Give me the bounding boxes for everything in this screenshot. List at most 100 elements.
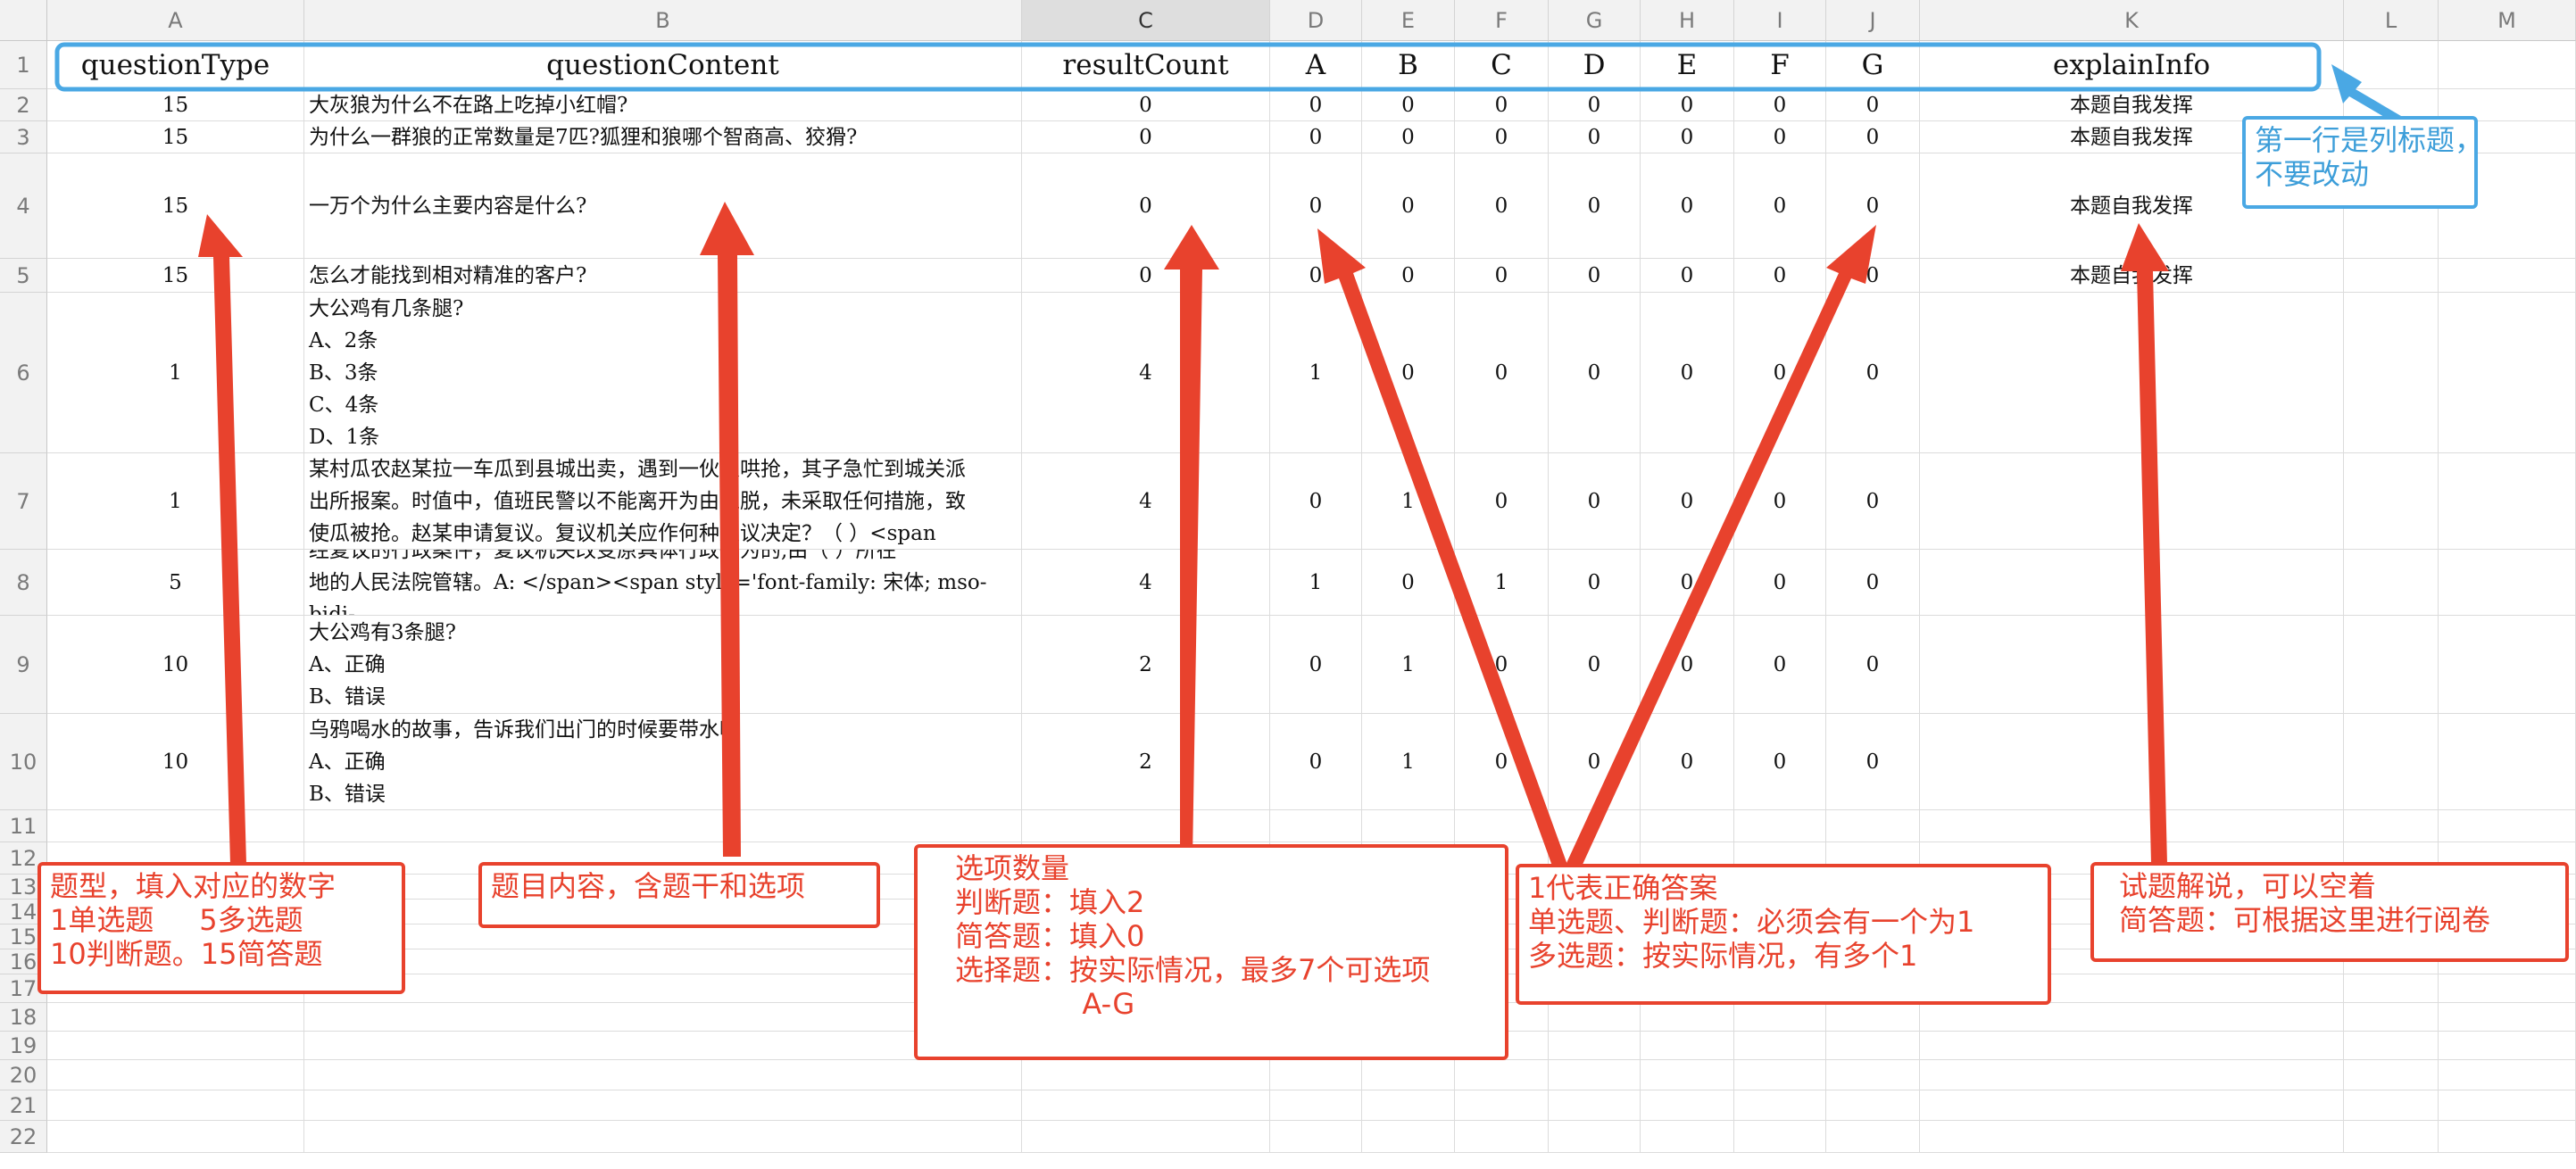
table-cell[interactable]: 0 bbox=[1549, 453, 1641, 550]
table-cell[interactable]: 0 bbox=[1734, 550, 1826, 616]
table-cell[interactable]: 2 bbox=[1022, 616, 1270, 714]
empty-cell[interactable] bbox=[1826, 1003, 1920, 1032]
empty-cell[interactable] bbox=[1455, 1121, 1549, 1153]
select-all-corner[interactable] bbox=[0, 0, 47, 41]
empty-cell[interactable] bbox=[1734, 1090, 1826, 1121]
empty-cell[interactable] bbox=[2344, 259, 2439, 293]
empty-cell[interactable] bbox=[2344, 714, 2439, 810]
header-cell-explaininfo[interactable]: explainInfo bbox=[1920, 41, 2344, 89]
column-header-d[interactable]: D bbox=[1270, 0, 1362, 41]
empty-cell[interactable] bbox=[1362, 1060, 1455, 1090]
row-header-9[interactable]: 9 bbox=[0, 616, 47, 714]
header-cell-f[interactable]: F bbox=[1734, 41, 1826, 89]
header-cell-resultcount[interactable]: resultCount bbox=[1022, 41, 1270, 89]
row-header-22[interactable]: 22 bbox=[0, 1121, 47, 1153]
table-cell[interactable]: 0 bbox=[1826, 550, 1920, 616]
table-cell[interactable]: 0 bbox=[1549, 550, 1641, 616]
empty-cell[interactable] bbox=[1549, 1090, 1641, 1121]
table-cell[interactable]: 0 bbox=[1022, 89, 1270, 121]
empty-cell[interactable] bbox=[2439, 616, 2576, 714]
header-cell-a[interactable]: A bbox=[1270, 41, 1362, 89]
empty-cell[interactable] bbox=[1455, 1060, 1549, 1090]
table-cell[interactable]: 0 bbox=[1549, 121, 1641, 153]
empty-cell[interactable] bbox=[2344, 1003, 2439, 1032]
table-cell[interactable]: 0 bbox=[1455, 453, 1549, 550]
table-cell[interactable]: 0 bbox=[1455, 121, 1549, 153]
table-cell[interactable]: 1 bbox=[1362, 453, 1455, 550]
empty-cell[interactable] bbox=[2439, 41, 2576, 89]
empty-cell[interactable] bbox=[304, 1121, 1022, 1153]
table-cell[interactable]: 某村瓜农赵某拉一车瓜到县城出卖，遇到一伙人哄抢，其子急忙到城关派 出所报案。时值… bbox=[304, 453, 1022, 550]
empty-cell[interactable] bbox=[1920, 1003, 2344, 1032]
empty-cell[interactable] bbox=[47, 1003, 304, 1032]
table-cell[interactable]: 0 bbox=[1826, 616, 1920, 714]
table-cell[interactable]: 1 bbox=[1455, 550, 1549, 616]
column-header-f[interactable]: F bbox=[1455, 0, 1549, 41]
empty-cell[interactable] bbox=[2344, 1032, 2439, 1060]
empty-cell[interactable] bbox=[1455, 1090, 1549, 1121]
table-cell[interactable] bbox=[1920, 453, 2344, 550]
row-header-1[interactable]: 1 bbox=[0, 41, 47, 89]
table-cell[interactable]: 0 bbox=[1270, 259, 1362, 293]
empty-cell[interactable] bbox=[2439, 1003, 2576, 1032]
table-cell[interactable]: 0 bbox=[1641, 153, 1734, 259]
row-header-7[interactable]: 7 bbox=[0, 453, 47, 550]
empty-cell[interactable] bbox=[1641, 810, 1734, 842]
empty-cell[interactable] bbox=[2439, 974, 2576, 1003]
empty-cell[interactable] bbox=[1826, 1032, 1920, 1060]
empty-cell[interactable] bbox=[47, 1121, 304, 1153]
row-header-18[interactable]: 18 bbox=[0, 1003, 47, 1032]
table-cell[interactable]: 0 bbox=[1549, 89, 1641, 121]
table-cell[interactable]: 为什么一群狼的正常数量是7匹?狐狸和狼哪个智商高、狡猾? bbox=[304, 121, 1022, 153]
empty-cell[interactable] bbox=[1455, 810, 1549, 842]
table-cell[interactable]: 0 bbox=[1549, 714, 1641, 810]
empty-cell[interactable] bbox=[1270, 1060, 1362, 1090]
empty-cell[interactable] bbox=[1641, 1060, 1734, 1090]
table-cell[interactable]: 0 bbox=[1826, 293, 1920, 453]
empty-cell[interactable] bbox=[1362, 1090, 1455, 1121]
table-cell[interactable]: 0 bbox=[1270, 453, 1362, 550]
table-cell[interactable]: 4 bbox=[1022, 293, 1270, 453]
empty-cell[interactable] bbox=[1270, 810, 1362, 842]
empty-cell[interactable] bbox=[1270, 1090, 1362, 1121]
row-header-3[interactable]: 3 bbox=[0, 121, 47, 153]
table-cell[interactable]: 0 bbox=[1641, 616, 1734, 714]
table-cell[interactable]: 0 bbox=[1734, 453, 1826, 550]
table-cell[interactable]: 大公鸡有3条腿? A、正确 B、错误 bbox=[304, 616, 1022, 714]
table-cell[interactable]: 乌鸦喝水的故事，告诉我们出门的时候要带水喝 A、正确 B、错误 bbox=[304, 714, 1022, 810]
empty-cell[interactable] bbox=[1641, 1032, 1734, 1060]
table-cell[interactable]: 0 bbox=[1362, 293, 1455, 453]
table-cell[interactable]: 0 bbox=[1455, 89, 1549, 121]
empty-cell[interactable] bbox=[1549, 1003, 1641, 1032]
empty-cell[interactable] bbox=[2439, 293, 2576, 453]
empty-cell[interactable] bbox=[1022, 810, 1270, 842]
header-cell-d[interactable]: D bbox=[1549, 41, 1641, 89]
empty-cell[interactable] bbox=[2344, 1060, 2439, 1090]
table-cell[interactable]: 0 bbox=[1270, 153, 1362, 259]
table-cell[interactable] bbox=[1920, 616, 2344, 714]
table-cell[interactable]: 0 bbox=[1641, 453, 1734, 550]
table-cell[interactable]: 大灰狼为什么不在路上吃掉小红帽? bbox=[304, 89, 1022, 121]
empty-cell[interactable] bbox=[304, 1060, 1022, 1090]
empty-cell[interactable] bbox=[47, 1090, 304, 1121]
table-cell[interactable]: 10 bbox=[47, 616, 304, 714]
empty-cell[interactable] bbox=[1549, 1060, 1641, 1090]
table-cell[interactable]: 大公鸡有几条腿? A、2条 B、3条 C、4条 D、1条 bbox=[304, 293, 1022, 453]
table-cell[interactable]: 4 bbox=[1022, 453, 1270, 550]
empty-cell[interactable] bbox=[1920, 1090, 2344, 1121]
row-header-19[interactable]: 19 bbox=[0, 1032, 47, 1060]
empty-cell[interactable] bbox=[1920, 1060, 2344, 1090]
row-header-8[interactable]: 8 bbox=[0, 550, 47, 616]
empty-cell[interactable] bbox=[304, 810, 1022, 842]
empty-cell[interactable] bbox=[2439, 453, 2576, 550]
empty-cell[interactable] bbox=[2344, 550, 2439, 616]
empty-cell[interactable] bbox=[1920, 1121, 2344, 1153]
table-cell[interactable]: 0 bbox=[1734, 714, 1826, 810]
table-cell[interactable]: 0 bbox=[1641, 89, 1734, 121]
row-header-2[interactable]: 2 bbox=[0, 89, 47, 121]
empty-cell[interactable] bbox=[1920, 810, 2344, 842]
table-cell[interactable]: 0 bbox=[1734, 616, 1826, 714]
table-cell[interactable]: 15 bbox=[47, 259, 304, 293]
table-cell[interactable]: 0 bbox=[1270, 616, 1362, 714]
table-cell[interactable]: 怎么才能找到相对精准的客户? bbox=[304, 259, 1022, 293]
